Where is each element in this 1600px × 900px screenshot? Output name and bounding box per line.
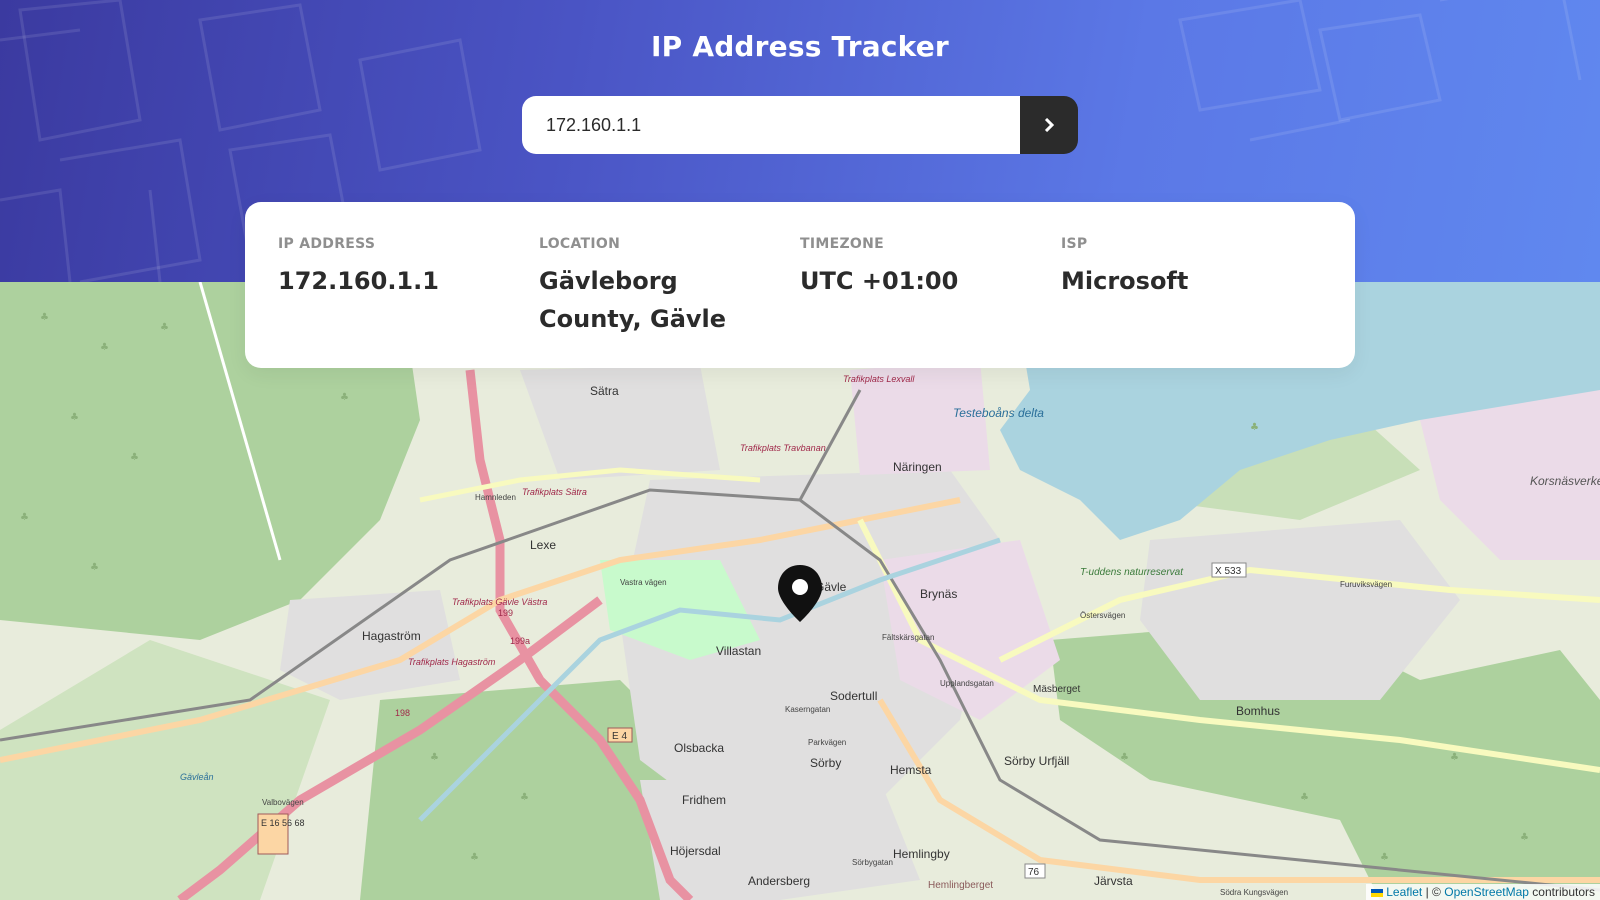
place-label: Höjersdal: [670, 844, 721, 858]
svg-text:♣: ♣: [1520, 832, 1529, 843]
road-label: Trafikplats Gävle Västra: [452, 597, 547, 607]
street-label: Upplandsgatan: [940, 679, 994, 688]
place-label: Korsnäsverket: [1530, 474, 1600, 488]
isp-value: Microsoft: [1061, 267, 1189, 295]
openstreetmap-link[interactable]: OpenStreetMap: [1444, 885, 1529, 899]
place-label: Hagaström: [362, 629, 421, 643]
place-label: Villastan: [716, 644, 761, 658]
isp-section: ISP Microsoft: [1061, 236, 1322, 368]
svg-text:♣: ♣: [40, 312, 49, 323]
place-label: Sätra: [590, 384, 619, 398]
timezone-label: TIMEZONE: [800, 236, 884, 252]
road-label: Trafikplats Hagaström: [408, 657, 496, 667]
road-shield: E 4: [612, 731, 627, 742]
place-label: Olsbacka: [674, 741, 724, 755]
ip-address-section: IP ADDRESS 172.160.1.1: [278, 236, 539, 368]
attribution-separator: | ©: [1425, 885, 1441, 899]
road-shield: 76: [1028, 867, 1040, 878]
road-shield: 199a: [510, 636, 530, 646]
svg-text:♣: ♣: [430, 752, 439, 763]
place-label: Lexe: [530, 538, 556, 552]
ukraine-flag-icon: [1371, 888, 1384, 897]
place-label: Mäsberget: [1033, 684, 1080, 695]
location-section: LOCATION Gävleborg County, Gävle: [539, 236, 800, 368]
svg-text:♣: ♣: [1120, 752, 1129, 763]
page-title: IP Address Tracker: [651, 30, 949, 63]
svg-text:♣: ♣: [130, 452, 139, 463]
street-label: Valbovägen: [262, 798, 304, 807]
road-shield: X 533: [1215, 566, 1242, 577]
timezone-section: TIMEZONE UTC +01:00: [800, 236, 1061, 368]
ip-address-value: 172.160.1.1: [278, 267, 439, 295]
street-label: Vastra vägen: [620, 578, 667, 587]
svg-text:♣: ♣: [1300, 792, 1309, 803]
street-label: Södra Kungsvägen: [1220, 888, 1288, 897]
road-label: Trafikplats Travbanan: [740, 443, 826, 453]
place-label: Andersberg: [748, 874, 810, 888]
svg-text:♣: ♣: [20, 512, 29, 523]
location-value: Gävleborg County, Gävle: [539, 267, 727, 333]
place-label: Sodertull: [830, 689, 877, 703]
place-label: Gävleån: [180, 772, 214, 782]
svg-text:♣: ♣: [340, 392, 349, 403]
road-label: Trafikplats Sätra: [522, 487, 587, 497]
attribution-suffix: contributors: [1532, 885, 1595, 899]
ip-info-card: IP ADDRESS 172.160.1.1 LOCATION Gävlebor…: [245, 202, 1355, 368]
svg-text:♣: ♣: [100, 342, 109, 353]
map-view[interactable]: Sätra Näringen Testeboåns delta Lexe Hag…: [0, 282, 1600, 900]
map-tiles[interactable]: Sätra Näringen Testeboåns delta Lexe Hag…: [0, 282, 1600, 900]
place-label: Testeboåns delta: [953, 406, 1044, 420]
ip-search-form: [522, 96, 1078, 154]
ip-search-input[interactable]: [522, 96, 1020, 154]
svg-text:♣: ♣: [470, 852, 479, 863]
place-label: Hemlingby: [893, 847, 950, 861]
road-shield: 198: [395, 708, 410, 718]
svg-text:♣: ♣: [90, 562, 99, 573]
ip-address-label: IP ADDRESS: [278, 236, 376, 252]
street-label: Sörbygatan: [852, 858, 893, 867]
street-label: Kaserngatan: [785, 705, 830, 714]
place-label: Bomhus: [1236, 704, 1280, 718]
search-submit-button[interactable]: [1020, 96, 1078, 154]
place-label: Järvsta: [1094, 874, 1133, 888]
svg-text:♣: ♣: [1250, 422, 1259, 433]
street-label: Fältskärsgatan: [882, 633, 934, 642]
street-label: Parkvägen: [808, 738, 846, 747]
place-label: Sörby Urfjäll: [1004, 754, 1069, 768]
place-label: Hemsta: [890, 763, 932, 777]
road-shield: 199: [498, 608, 513, 618]
svg-text:♣: ♣: [1450, 752, 1459, 763]
place-label: Hemlingberget: [928, 880, 993, 891]
leaflet-link[interactable]: Leaflet: [1386, 885, 1422, 899]
svg-text:♣: ♣: [160, 322, 169, 333]
place-label: Näringen: [893, 460, 942, 474]
road-shield: E 16 56 68: [261, 818, 305, 828]
timezone-value: UTC +01:00: [800, 267, 959, 295]
chevron-right-icon: [1044, 118, 1055, 132]
street-label: Hamnleden: [475, 493, 516, 502]
road-label: Trafikplats Lexvall: [843, 374, 915, 384]
svg-text:♣: ♣: [70, 412, 79, 423]
svg-text:♣: ♣: [520, 792, 529, 803]
svg-text:♣: ♣: [1380, 852, 1389, 863]
place-label: Brynäs: [920, 587, 957, 601]
map-attribution: Leaflet | © OpenStreetMap contributors: [1366, 884, 1600, 900]
isp-label: ISP: [1061, 236, 1088, 252]
street-label: Östersvägen: [1080, 611, 1125, 620]
place-label: Fridhem: [682, 793, 726, 807]
place-label: T-uddens naturreservat: [1080, 567, 1184, 578]
place-label: Sörby: [810, 756, 841, 770]
location-label: LOCATION: [539, 236, 621, 252]
street-label: Furuviksvägen: [1340, 580, 1392, 589]
